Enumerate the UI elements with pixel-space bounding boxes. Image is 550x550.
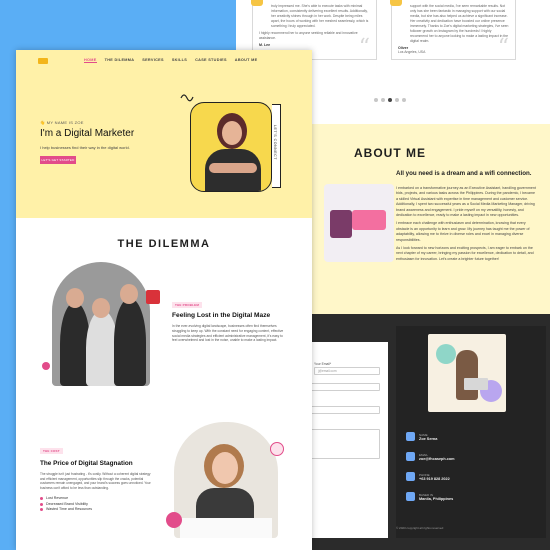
hero-headline: I'm a Digital Marketer: [40, 128, 135, 139]
testimonial-card: support with the social media, I've seen…: [390, 0, 516, 60]
squiggle-icon: [180, 94, 194, 102]
person-face: [212, 452, 238, 484]
target-icon: [270, 442, 284, 456]
thumbs-down-icon: [146, 290, 160, 304]
avatar: [251, 0, 263, 6]
email-label: Your Email*: [314, 362, 332, 366]
logo[interactable]: [38, 58, 48, 64]
list-item-label: Wasted Time and Resources: [46, 507, 93, 512]
person-graphic: [114, 298, 146, 386]
problem-chip: THE PROBLEM: [172, 302, 203, 308]
testimonial-text: I highly recommend her to anyone seeking…: [259, 31, 358, 40]
carousel-dot[interactable]: [374, 98, 378, 102]
nav-services[interactable]: SERVICES: [142, 58, 164, 63]
get-started-button[interactable]: LET'S GET STARTED: [40, 156, 76, 164]
list-item: Wasted Time and Resources: [40, 507, 92, 513]
papers-graphic: [180, 518, 272, 538]
hero-tagline: I help businesses find their way in the …: [40, 145, 130, 150]
nav-home[interactable]: HOME: [84, 58, 97, 63]
dilemma-title: THE DILEMMA: [117, 238, 211, 250]
main-nav: HOME THE DILEMMA SERVICES SKILLS CASE ST…: [84, 58, 257, 63]
user-icon: [406, 432, 415, 441]
testimonial-text: support with the social media, I've seen…: [410, 4, 509, 43]
contact-info: NAME Zoe Serna EMAIL zoe@fhcaseph.com PHON…: [396, 326, 546, 538]
person-graphic: [456, 350, 478, 400]
about-photo: [324, 184, 394, 262]
carousel-dot-active[interactable]: [388, 98, 392, 102]
cost-chip: THE COST: [40, 448, 63, 454]
location-icon: [406, 492, 415, 501]
about-paragraph: As I look forward to new horizons and ex…: [396, 246, 534, 261]
person-head: [66, 288, 84, 308]
problem-text: In the ever-evolving digital landscape, …: [172, 324, 284, 343]
quote-icon: “: [358, 35, 370, 60]
info-value[interactable]: zoe@fhcaseph.com: [419, 457, 455, 461]
bullet-icon: [40, 508, 43, 512]
bullet-icon: [40, 502, 43, 506]
hero-eyebrow: 👋 MY NAME IS ZOE: [40, 120, 84, 125]
nav-skills[interactable]: SKILLS: [172, 58, 187, 63]
avatar: [390, 0, 402, 6]
nav-case-studies[interactable]: CASE STUDIES: [195, 58, 227, 63]
carousel-dot[interactable]: [381, 98, 385, 102]
laptop-graphic: [352, 210, 386, 230]
testimonial-location: Los Angeles, USA: [398, 50, 426, 54]
contact-photo: [428, 334, 506, 412]
portrait-face: [222, 121, 242, 145]
person-head: [120, 284, 138, 304]
hero-section: HOME THE DILEMMA SERVICES SKILLS CASE ST…: [16, 50, 312, 218]
about-paragraph: I embarked on a transformative journey a…: [396, 186, 536, 218]
copyright: © 2023 copyright all rights reserved: [396, 526, 444, 530]
info-name: NAME Zoe Serna: [406, 432, 437, 441]
cost-list: Lost Revenue Decreased Brand Visibility …: [40, 496, 92, 513]
bullet-icon: [40, 497, 43, 501]
email-field[interactable]: j@email.com: [314, 367, 380, 375]
carousel-dot[interactable]: [395, 98, 399, 102]
laptop-graphic: [464, 378, 488, 390]
info-phone[interactable]: PHONE +63 919 828 2022: [406, 472, 450, 481]
nav-about[interactable]: ABOUT ME: [235, 58, 258, 63]
quote-icon: “: [497, 35, 509, 60]
about-body: I embarked on a transformative journey a…: [396, 186, 538, 265]
phone-graphic: [330, 210, 352, 238]
hero-portrait: [190, 102, 272, 192]
carousel-dot[interactable]: [402, 98, 406, 102]
front-page: HOME THE DILEMMA SERVICES SKILLS CASE ST…: [16, 50, 312, 550]
info-value: Manila, Philippines: [419, 496, 454, 501]
nav-dilemma[interactable]: THE DILEMMA: [105, 58, 135, 63]
about-title: ABOUT ME: [354, 146, 426, 160]
info-location: BASED IN Manila, Philippines: [406, 492, 453, 501]
decor-circle: [436, 344, 456, 364]
person-head: [92, 298, 110, 318]
mail-icon: [406, 452, 415, 461]
info-value: Zoe Serna: [419, 436, 438, 441]
portrait-arms: [209, 163, 257, 173]
phone-icon: [406, 472, 415, 481]
cost-text: The struggle isn't just frustrating - it…: [40, 472, 151, 490]
info-email[interactable]: EMAIL zoe@fhcaseph.com: [406, 452, 455, 461]
cost-title: The Price of Digital Stagnation: [40, 460, 133, 467]
chart-badge-icon: [166, 512, 182, 528]
carousel-dots[interactable]: [374, 98, 406, 102]
about-paragraph: I embrace each challenge with enthusiasm…: [396, 221, 530, 242]
lets-connect-label: LET'S CONNECT: [273, 125, 277, 160]
lets-connect-tab[interactable]: LET'S CONNECT: [272, 104, 281, 188]
cost-photo: [174, 422, 278, 538]
decor-dot-icon: [42, 362, 50, 370]
testimonial-author: M. Lee: [259, 43, 271, 47]
testimonial-text: truly impressed me. She's able to execut…: [271, 4, 369, 28]
about-subtitle: All you need is a dream and a wifi conne…: [396, 170, 532, 177]
problem-title: Feeling Lost in the Digital Maze: [172, 312, 271, 319]
info-value[interactable]: +63 919 828 2022: [419, 477, 450, 481]
problem-photo: [52, 262, 150, 386]
